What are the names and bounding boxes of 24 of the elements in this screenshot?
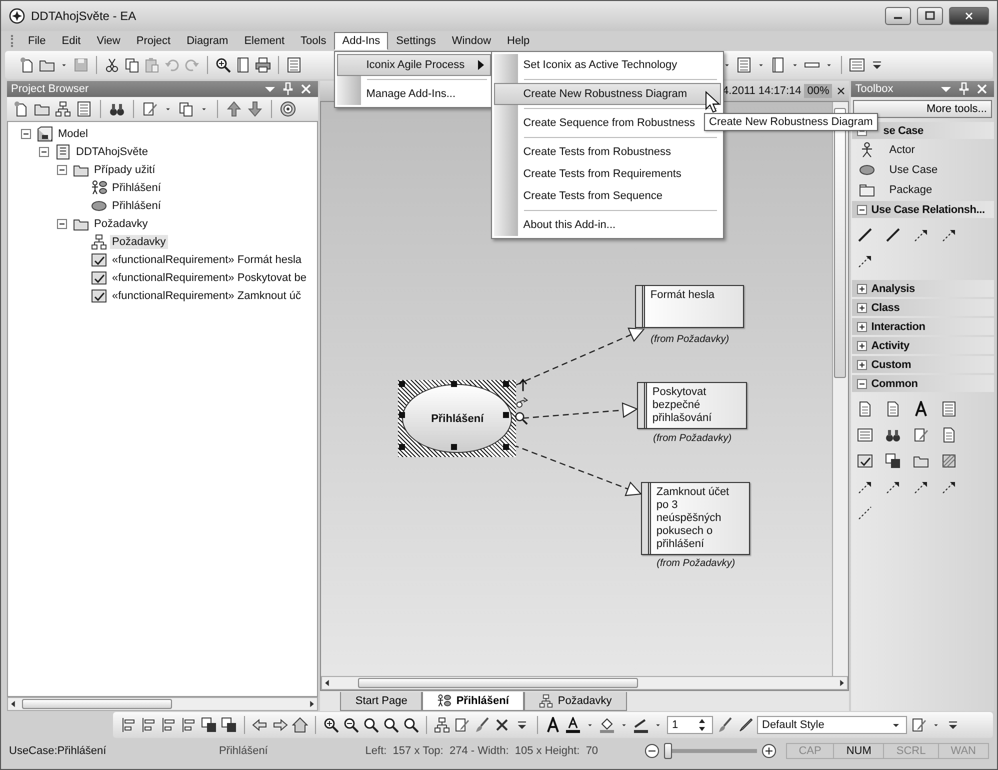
- section-title: Class: [871, 302, 900, 314]
- status-geometry: Left: 157 x Top: 274 - Width: 105 x Height: 70: [364, 745, 600, 757]
- section-title: Analysis: [871, 282, 915, 294]
- status-name: Přihlášení: [218, 745, 269, 757]
- origin-label: (from Požadavky): [656, 558, 736, 569]
- origin-label: (from Požadavky): [650, 334, 730, 345]
- panel-title: Toolbox: [855, 83, 894, 95]
- status-indicator: WAN: [938, 743, 989, 759]
- section-title: Use Case Relationsh...: [871, 204, 985, 216]
- panel-title: Project Browser: [11, 83, 90, 95]
- status-element: UseCase:Přihlášení: [9, 745, 108, 757]
- section-title: Custom: [871, 358, 912, 370]
- status-indicator: NUM: [833, 743, 884, 759]
- window-title: DDTAhojSvěte - EA: [31, 9, 138, 23]
- section-title: Common: [871, 378, 918, 390]
- status-indicator: SCRL: [883, 743, 939, 759]
- section-title: se Case: [883, 124, 924, 136]
- section-title: Interaction: [871, 320, 926, 332]
- tooltip: Create New Robustness Diagram: [704, 113, 878, 131]
- zoom-label: 00%: [804, 84, 832, 98]
- section-title: Activity: [871, 340, 910, 352]
- origin-label: (from Požadavky): [652, 433, 733, 444]
- status-indicator: CAP: [786, 743, 834, 759]
- diagram-date: 4.2011 14:17:14: [722, 85, 802, 97]
